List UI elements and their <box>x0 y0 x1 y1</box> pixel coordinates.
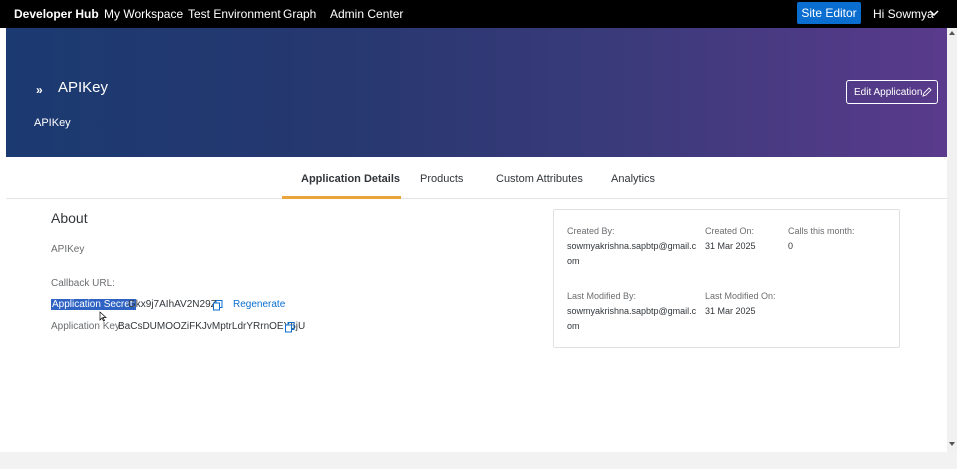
scroll-up-arrow-icon[interactable] <box>948 29 956 37</box>
scroll-down-arrow-icon[interactable] <box>948 440 956 448</box>
tab-bar <box>6 157 947 199</box>
tab-custom-attributes[interactable]: Custom Attributes <box>496 173 583 185</box>
last-modified-by-value-line2: om <box>567 321 580 331</box>
nav-my-workspace[interactable]: My Workspace <box>104 7 183 21</box>
nav-graph[interactable]: Graph <box>283 7 316 21</box>
last-modified-by-label: Last Modified By: <box>567 291 637 301</box>
callback-url-label: Callback URL: <box>51 278 115 289</box>
page-title: APIKey <box>58 79 109 96</box>
vertical-scrollbar[interactable] <box>947 28 957 453</box>
app-chevrons-icon: » <box>36 83 43 97</box>
chevron-down-icon[interactable] <box>929 9 939 17</box>
application-header-banner <box>6 28 947 157</box>
nav-test-environment[interactable]: Test Environment <box>188 7 281 21</box>
created-by-value-line2: om <box>567 256 580 266</box>
page-footer <box>0 452 957 469</box>
about-heading: About <box>51 210 88 226</box>
pencil-icon <box>922 87 932 97</box>
tab-application-details[interactable]: Application Details <box>301 173 400 185</box>
created-on-value: 31 Mar 2025 <box>705 241 756 251</box>
copy-key-icon[interactable] <box>285 322 295 333</box>
application-secret-label: Application Secret: <box>51 299 137 310</box>
site-editor-button[interactable]: Site Editor <box>797 2 861 24</box>
active-tab-indicator <box>282 196 401 199</box>
copy-secret-icon[interactable] <box>213 300 223 311</box>
last-modified-by-value-line1: sowmyakrishna.sapbtp@gmail.c <box>567 306 697 316</box>
tab-products[interactable]: Products <box>420 173 463 185</box>
created-by-value-line1: sowmyakrishna.sapbtp@gmail.c <box>567 241 697 251</box>
page-subtitle: APIKey <box>34 117 71 129</box>
last-modified-on-value: 31 Mar 2025 <box>705 306 756 316</box>
created-on-label: Created On: <box>705 226 755 236</box>
top-nav-bar: Developer Hub My Workspace Test Environm… <box>0 0 957 28</box>
created-by-label: Created By: <box>567 226 615 236</box>
edit-application-label: Edit Application <box>854 87 923 98</box>
brand-link[interactable]: Developer Hub <box>14 7 99 21</box>
user-menu[interactable]: Hi Sowmya <box>873 7 934 21</box>
calls-this-month-label: Calls this month: <box>788 226 855 236</box>
application-key-label: Application Key: <box>51 321 123 332</box>
regenerate-link[interactable]: Regenerate <box>233 299 285 310</box>
application-secret-value: Gkx9j7AIhAV2N29Z <box>128 299 217 310</box>
about-description: APIKey <box>51 244 85 255</box>
nav-admin-center[interactable]: Admin Center <box>330 7 403 21</box>
last-modified-on-label: Last Modified On: <box>705 291 776 301</box>
edit-application-button[interactable]: Edit Application <box>846 80 938 104</box>
tab-analytics[interactable]: Analytics <box>611 173 655 185</box>
application-key-value: BaCsDUMOOZiFKJvMptrLdrYRrnOEY6jU <box>118 321 306 332</box>
calls-this-month-value: 0 <box>788 241 794 251</box>
